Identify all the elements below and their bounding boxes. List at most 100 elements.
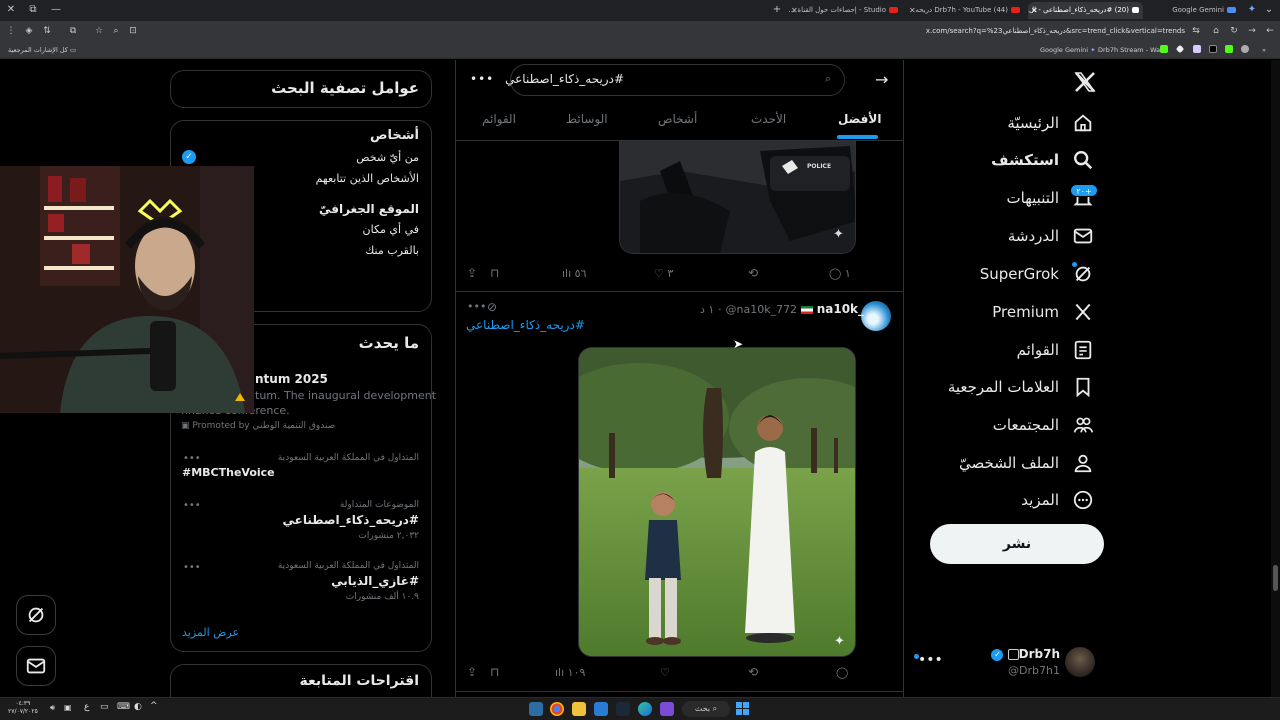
nav-profile[interactable]: الملف الشخصيّ: [959, 446, 1095, 480]
nav-explore[interactable]: استكشف: [991, 143, 1095, 177]
post-more-icon[interactable]: •••: [467, 300, 486, 313]
trend-more-icon[interactable]: •••: [183, 562, 201, 573]
share-icon[interactable]: ⇪: [467, 266, 477, 280]
nav-communities[interactable]: المجتمعات: [993, 408, 1095, 442]
tray-app-icon[interactable]: ◐: [134, 702, 142, 712]
views-action[interactable]: ılı ١٠٩: [555, 666, 585, 679]
like-icon[interactable]: ♡: [660, 666, 670, 679]
cast-icon[interactable]: ⊡: [125, 23, 141, 39]
tab-top[interactable]: الأفضل: [838, 112, 881, 126]
steam-app-icon[interactable]: [616, 702, 630, 716]
x-icon[interactable]: [1209, 45, 1217, 53]
avatar[interactable]: [861, 301, 891, 331]
tray-app-icon[interactable]: ⌨: [117, 702, 130, 712]
grok-icon[interactable]: ⊘: [487, 300, 497, 314]
post-author-name[interactable]: na10k_: [817, 302, 864, 316]
extension-icon[interactable]: ◈: [21, 23, 37, 39]
page-scrollbar[interactable]: [1271, 60, 1280, 697]
messages-floating-button[interactable]: [16, 646, 56, 686]
tab-close-icon[interactable]: ✕: [1031, 2, 1038, 19]
nav-lists[interactable]: القوائم: [1017, 333, 1095, 367]
menu-kebab-icon[interactable]: ⋮: [3, 23, 19, 39]
all-bookmarks-link[interactable]: كل الإشارات المرجعية ▭: [8, 43, 76, 57]
split-view-icon[interactable]: ⧉: [65, 23, 81, 39]
post-image-two-boys[interactable]: ✦: [578, 347, 856, 657]
back-icon[interactable]: ←: [1262, 23, 1278, 39]
tab-youtube-studio[interactable]: ✕ Studio - إحصاءات حول القناة ...: [788, 2, 902, 19]
filter-following-option[interactable]: الأشخاص الذين تتابعهم: [316, 172, 419, 185]
reply-icon[interactable]: ◯: [836, 666, 848, 679]
zoom-icon[interactable]: ⌕: [108, 23, 124, 39]
window-close-button[interactable]: ✕: [2, 2, 20, 18]
bookmark-stream[interactable]: Drb7h Stream - Wat...: [1098, 43, 1169, 57]
promo-title[interactable]: ntum 2025: [255, 372, 328, 386]
account-switcher[interactable]: ••• ✓ Drb7h @Drb7h1: [912, 642, 1107, 682]
radio-selected-icon[interactable]: ✓: [182, 150, 196, 164]
nav-messages[interactable]: الدردشة: [1008, 219, 1095, 253]
system-clock[interactable]: ٠٤:٣٩ ٢٧/٠٧/٢٠٢٥: [8, 700, 38, 716]
chrome-icon[interactable]: [550, 702, 564, 716]
nav-premium[interactable]: Premium: [992, 295, 1095, 329]
bookmark-gemini[interactable]: Google Gemini ✦: [1040, 43, 1096, 57]
tab-search-icon[interactable]: ⌄: [1260, 2, 1278, 18]
kick-icon[interactable]: [1225, 45, 1233, 53]
tab-google-gemini[interactable]: Google Gemini: [1145, 2, 1240, 19]
edge-icon[interactable]: [638, 702, 652, 716]
post-button[interactable]: نشر: [930, 524, 1104, 564]
bookmark-star-icon[interactable]: ☆: [91, 23, 107, 39]
app-icon[interactable]: [660, 702, 674, 716]
search-more-icon[interactable]: •••: [470, 72, 494, 86]
share-icon[interactable]: ⇪: [467, 665, 477, 679]
address-bar[interactable]: x.com/search?q=%23دريحه_ذكاء_اصطناعي&src…: [610, 24, 1185, 38]
tab-close-icon[interactable]: ✕: [791, 2, 798, 19]
post-handle[interactable]: @na10k_772: [725, 303, 797, 316]
back-arrow-icon[interactable]: →: [875, 70, 893, 90]
trend-more-icon[interactable]: •••: [183, 500, 201, 511]
new-tab-button[interactable]: +: [768, 2, 786, 18]
filter-near-you-option[interactable]: بالقرب منك: [365, 244, 419, 257]
promoted-sponsor[interactable]: صندوق التنمية الوطني: [253, 421, 336, 431]
tab-latest[interactable]: الأحدث: [751, 112, 786, 126]
account-more-icon[interactable]: •••: [918, 652, 943, 668]
filter-anywhere-option[interactable]: في أي مكان: [363, 223, 419, 236]
tab-close-icon[interactable]: ✕: [909, 2, 916, 19]
diamond-icon[interactable]: [1175, 44, 1185, 54]
nav-home[interactable]: الرئيسيّة: [1007, 106, 1095, 140]
trend-name[interactable]: #دريحه_ذكاء_اصطناعي: [283, 513, 419, 527]
window-restore-button[interactable]: ⧉: [24, 2, 42, 18]
file-explorer-icon[interactable]: [572, 702, 586, 716]
post-image-police[interactable]: POLICE ✦: [619, 141, 856, 254]
gemini-sparkle-icon[interactable]: ✦: [1243, 2, 1261, 18]
x-logo-icon[interactable]: [1073, 70, 1097, 94]
bookmark-icon[interactable]: ⊓: [490, 266, 499, 280]
home-button-icon[interactable]: ⌂: [1208, 23, 1224, 39]
window-minimize-button[interactable]: —: [47, 2, 65, 18]
trend-more-icon[interactable]: •••: [183, 453, 201, 464]
tray-chevron-icon[interactable]: ^: [150, 701, 158, 711]
repost-icon[interactable]: ⟲: [748, 665, 758, 679]
reload-icon[interactable]: ↻: [1226, 23, 1242, 39]
extension-icon[interactable]: ⇅: [39, 23, 55, 39]
tray-app-icon[interactable]: ▭: [100, 702, 109, 712]
app-icon[interactable]: [1241, 45, 1249, 53]
filter-anyone-option[interactable]: من أيّ شخص: [356, 151, 419, 164]
app-icon[interactable]: [1193, 45, 1201, 53]
store-icon[interactable]: [594, 702, 608, 716]
bookmark-icon[interactable]: ⊓: [490, 665, 499, 679]
post-hashtag[interactable]: #دريحه_ذكاء_اصطناعي: [466, 318, 596, 332]
grok-floating-button[interactable]: [16, 595, 56, 635]
network-icon[interactable]: ▣: [64, 703, 72, 712]
tab-media[interactable]: الوسائط: [566, 112, 608, 126]
tab-lists[interactable]: القوائم: [482, 112, 516, 126]
repost-icon[interactable]: ⟲: [748, 266, 758, 280]
language-indicator[interactable]: ع: [84, 702, 89, 712]
like-action[interactable]: ♡ ٣: [654, 267, 673, 280]
steam-icon[interactable]: [529, 702, 543, 716]
tab-people[interactable]: أشخاص: [658, 112, 697, 126]
nav-supergrok[interactable]: SuperGrok: [980, 257, 1095, 291]
forward-icon[interactable]: →: [1244, 23, 1260, 39]
reply-action[interactable]: ◯ ١: [829, 267, 851, 280]
search-input[interactable]: ⌕ #دريحه_ذكاء_اصطناعي: [505, 64, 845, 96]
show-more-link[interactable]: عرض المزيد: [182, 626, 239, 639]
nav-bookmarks[interactable]: العلامات المرجعية: [948, 370, 1095, 404]
